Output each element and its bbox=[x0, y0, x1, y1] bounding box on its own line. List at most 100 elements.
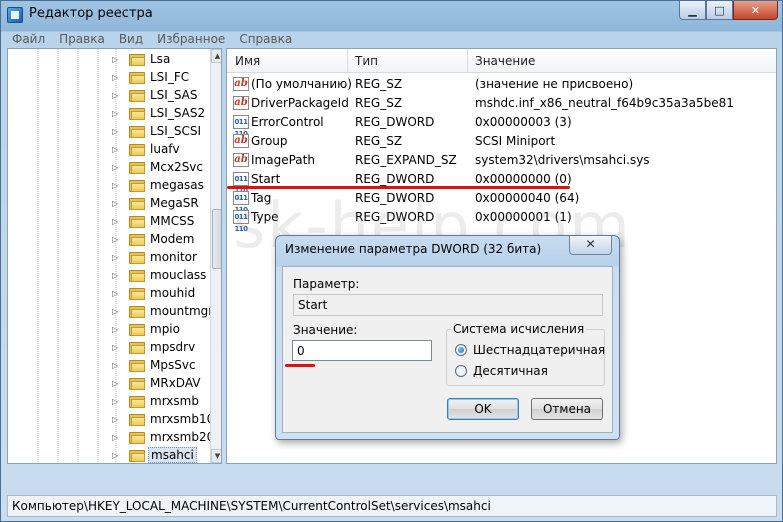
ok-button[interactable]: OK bbox=[447, 398, 519, 420]
tree-item[interactable]: ▷ LSI_SCSI bbox=[8, 123, 208, 141]
tree-scroll-thumb[interactable] bbox=[212, 209, 221, 269]
tree-item[interactable]: ▷ mpio bbox=[8, 321, 208, 339]
expand-arrow-icon[interactable]: ▷ bbox=[112, 55, 120, 64]
tree-item[interactable]: ▷ MegaSR bbox=[8, 195, 208, 213]
expand-arrow-icon[interactable]: ▷ bbox=[112, 361, 120, 370]
scroll-down-icon[interactable]: ▼ bbox=[211, 449, 221, 463]
tree-item-label[interactable]: MegaSR bbox=[150, 196, 199, 210]
tree-item[interactable]: ▷ megasas bbox=[8, 177, 208, 195]
expand-arrow-icon[interactable]: ▷ bbox=[112, 145, 120, 154]
tree-item-label[interactable]: mouclass bbox=[150, 268, 206, 282]
value-row[interactable]: 011 110ErrorControl REG_DWORD 0x00000003 (… bbox=[227, 113, 776, 138]
tree-item[interactable]: ▷ monitor bbox=[8, 249, 208, 267]
tree-item[interactable]: ▷ LSI_SAS2 bbox=[8, 105, 208, 123]
tree-item-label[interactable]: MMCSS bbox=[150, 214, 194, 228]
value-row[interactable]: ab (По умолчанию) REG_SZ (значение не присв… bbox=[227, 75, 776, 94]
tree-item-label[interactable]: mpsdrv bbox=[150, 340, 195, 354]
value-type: REG_DWORD bbox=[355, 172, 435, 186]
tree-item-label[interactable]: Lsa bbox=[150, 52, 170, 66]
expand-arrow-icon[interactable]: ▷ bbox=[112, 163, 120, 172]
expand-arrow-icon[interactable]: ▷ bbox=[112, 181, 120, 190]
expand-arrow-icon[interactable]: ▷ bbox=[112, 253, 120, 262]
expand-arrow-icon[interactable]: ▷ bbox=[112, 433, 120, 442]
menu-help[interactable]: Справка bbox=[233, 32, 300, 46]
tree-item[interactable]: ▷ Mcx2Svc bbox=[8, 159, 208, 177]
tree-item[interactable]: ▷ Modem bbox=[8, 231, 208, 249]
expand-arrow-icon[interactable]: ▷ bbox=[112, 325, 120, 334]
expand-arrow-icon[interactable]: ▷ bbox=[112, 271, 120, 280]
tree-item[interactable]: ▷ luafv bbox=[8, 141, 208, 159]
expand-arrow-icon[interactable]: ▷ bbox=[112, 73, 120, 82]
dialog-close-button[interactable]: ✕ bbox=[569, 236, 612, 255]
tree-item-label[interactable]: mpio bbox=[150, 322, 180, 336]
expand-arrow-icon[interactable]: ▷ bbox=[112, 199, 120, 208]
value-row[interactable]: ab ImagePath REG_EXPAND_SZ system32\drivers… bbox=[227, 151, 776, 170]
expand-arrow-icon[interactable]: ▷ bbox=[112, 127, 120, 136]
expand-arrow-icon[interactable]: ▷ bbox=[112, 217, 120, 226]
tree-item[interactable]: ▷ Lsa bbox=[8, 51, 208, 69]
tree-item[interactable]: ▷ MpsSvc bbox=[8, 357, 208, 375]
expand-arrow-icon[interactable]: ▷ bbox=[112, 379, 120, 388]
tree-item-label[interactable]: MRxDAV bbox=[150, 376, 200, 390]
tree-item[interactable]: ▷ mouhid bbox=[8, 285, 208, 303]
tree-item-label[interactable]: megasas bbox=[150, 178, 204, 192]
tree-item[interactable]: ▷ LSI_SAS bbox=[8, 87, 208, 105]
tree-item-label[interactable]: LSI_SAS bbox=[150, 88, 198, 102]
menu-view[interactable]: Вид bbox=[113, 32, 151, 46]
expand-arrow-icon[interactable]: ▷ bbox=[112, 91, 120, 100]
column-name[interactable]: Имя bbox=[235, 54, 260, 68]
tree-item-label[interactable]: luafv bbox=[150, 142, 180, 156]
tree-item[interactable]: ▷ mountmgr bbox=[8, 303, 213, 321]
radio-dec-label[interactable]: Десятичная bbox=[473, 364, 548, 378]
column-value[interactable]: Значение bbox=[475, 54, 535, 68]
menu-favorites[interactable]: Избранное bbox=[151, 32, 233, 46]
expand-arrow-icon[interactable]: ▷ bbox=[112, 343, 120, 352]
tree-item-label[interactable]: mouhid bbox=[150, 286, 195, 300]
registry-key-tree[interactable]: ▷ Lsa ▷ LSI_FC ▷ LSI_SAS ▷ LSI_SAS2 ▷ LSI_SCSI ▷ lu… bbox=[7, 48, 222, 464]
tree-item-label[interactable]: Mcx2Svc bbox=[150, 160, 203, 174]
tree-item[interactable]: ▷ msahci bbox=[8, 447, 208, 463]
tree-item[interactable]: ▷ LSI_FC bbox=[8, 69, 208, 87]
tree-item-label[interactable]: msahci bbox=[148, 447, 197, 463]
tree-item[interactable]: ▷ mrxsmb20 bbox=[8, 429, 214, 447]
tree-item-label[interactable]: Modem bbox=[150, 232, 194, 246]
value-data-input[interactable] bbox=[292, 340, 432, 361]
expand-arrow-icon[interactable]: ▷ bbox=[112, 451, 120, 460]
close-button[interactable]: ✕ bbox=[733, 1, 778, 20]
expand-arrow-icon[interactable]: ▷ bbox=[112, 307, 120, 316]
value-row[interactable]: ab Group REG_SZ SCSI Miniport bbox=[227, 132, 776, 151]
tree-item-label[interactable]: mrxsmb bbox=[150, 394, 199, 408]
tree-item-label[interactable]: LSI_FC bbox=[150, 70, 189, 84]
tree-item[interactable]: ▷ mpsdrv bbox=[8, 339, 208, 357]
radio-dec[interactable] bbox=[455, 365, 467, 377]
tree-item-label[interactable]: mrxsmb10 bbox=[150, 412, 214, 426]
value-row[interactable]: ab DriverPackageId REG_SZ mshdc.inf_x86_neu… bbox=[227, 94, 776, 113]
expand-arrow-icon[interactable]: ▷ bbox=[112, 235, 120, 244]
expand-arrow-icon[interactable]: ▷ bbox=[112, 415, 120, 424]
tree-item[interactable]: ▷ MRxDAV bbox=[8, 375, 208, 393]
tree-item-label[interactable]: MpsSvc bbox=[150, 358, 196, 372]
tree-item-label[interactable]: LSI_SAS2 bbox=[150, 106, 205, 120]
expand-arrow-icon[interactable]: ▷ bbox=[112, 109, 120, 118]
tree-item-label[interactable]: mountmgr bbox=[150, 304, 213, 318]
tree-item[interactable]: ▷ mrxsmb10 bbox=[8, 411, 214, 429]
tree-item-label[interactable]: mrxsmb20 bbox=[150, 430, 214, 444]
tree-scrollbar[interactable]: ▲ ▼ bbox=[210, 49, 221, 463]
menu-file[interactable]: Файл bbox=[6, 32, 53, 46]
cancel-button[interactable]: Отмена bbox=[531, 398, 603, 420]
tree-item[interactable]: ▷ mouclass bbox=[8, 267, 208, 285]
scroll-up-icon[interactable]: ▲ bbox=[211, 49, 221, 63]
tree-item-label[interactable]: monitor bbox=[150, 250, 197, 264]
tree-item[interactable]: ▷ mrxsmb bbox=[8, 393, 208, 411]
expand-arrow-icon[interactable]: ▷ bbox=[112, 289, 120, 298]
maximize-button[interactable]: □ bbox=[706, 1, 733, 20]
tree-item[interactable]: ▷ MMCSS bbox=[8, 213, 208, 231]
title-bar[interactable]: Редактор реестра ▁ □ ✕ bbox=[1, 1, 782, 29]
radio-hex-label[interactable]: Шестнадцатеричная bbox=[473, 343, 605, 357]
minimize-button[interactable]: ▁ bbox=[679, 1, 706, 20]
expand-arrow-icon[interactable]: ▷ bbox=[112, 397, 120, 406]
radio-hex[interactable] bbox=[455, 344, 467, 356]
menu-edit[interactable]: Правка bbox=[53, 32, 113, 46]
column-type[interactable]: Тип bbox=[355, 54, 378, 68]
tree-item-label[interactable]: LSI_SCSI bbox=[150, 124, 201, 138]
